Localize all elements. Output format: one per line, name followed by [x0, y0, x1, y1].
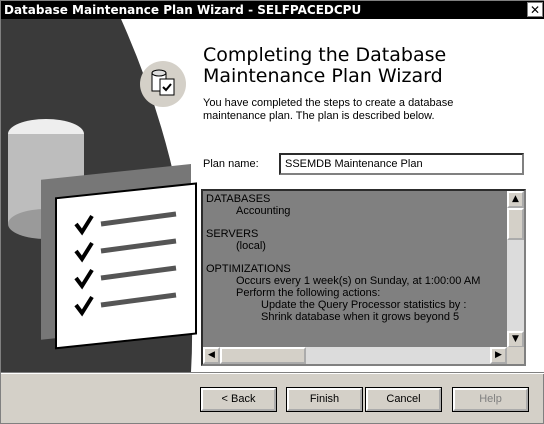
summary-line: Occurs every 1 week(s) on Sunday, at 1:0…	[236, 275, 481, 287]
page-title-line1: Completing the Database	[203, 44, 447, 66]
summary-line: SERVERS	[206, 228, 259, 240]
footer-divider	[1, 372, 544, 374]
summary-line: Accounting	[236, 205, 291, 217]
cancel-button[interactable]: Cancel	[365, 387, 442, 412]
scroll-corner	[507, 347, 524, 364]
summary-text: DATABASES Accounting SERVERS (local) OPTIMIZ…	[206, 193, 506, 346]
plan-name-label: Plan name:	[203, 158, 259, 170]
finish-button[interactable]: Finish	[286, 387, 363, 412]
page-title-line2: Maintenance Plan Wizard	[203, 65, 443, 87]
vertical-scrollbar[interactable]: ▲ ▼	[507, 191, 524, 348]
vertical-scroll-thumb[interactable]	[507, 208, 524, 240]
page-description: You have completed the steps to create a…	[203, 97, 454, 122]
window-title: Database Maintenance Plan Wizard - SELFP…	[4, 3, 362, 17]
summary-box[interactable]: DATABASES Accounting SERVERS (local) OPTIMIZ…	[201, 189, 526, 366]
scroll-up-icon[interactable]: ▲	[507, 191, 524, 208]
title-bar: Database Maintenance Plan Wizard - SELFP…	[1, 1, 544, 19]
summary-line	[206, 217, 506, 228]
wizard-content: Completing the Database Maintenance Plan…	[1, 19, 544, 372]
scroll-right-icon[interactable]: ▶	[490, 347, 507, 364]
close-icon: ✕	[529, 3, 541, 17]
back-button[interactable]: < Back	[200, 387, 277, 412]
horizontal-scrollbar[interactable]: ◀ ▶	[203, 347, 507, 364]
summary-line: Update the Query Processor statistics by…	[261, 299, 467, 311]
page-title: Completing the Database Maintenance Plan…	[203, 45, 523, 87]
summary-line: DATABASES	[206, 193, 271, 205]
wizard-window: Database Maintenance Plan Wizard - SELFP…	[0, 0, 544, 424]
scroll-down-icon[interactable]: ▼	[507, 331, 524, 348]
horizontal-scroll-thumb[interactable]	[220, 347, 306, 364]
close-button[interactable]: ✕	[527, 2, 543, 17]
help-button[interactable]: Help	[452, 387, 529, 412]
plan-name-input[interactable]: SSEMDB Maintenance Plan	[279, 153, 524, 175]
summary-line	[206, 252, 506, 263]
summary-line: Shrink database when it grows beyond 5	[261, 311, 460, 323]
summary-line: Perform the following actions:	[236, 287, 381, 299]
scroll-left-icon[interactable]: ◀	[203, 347, 220, 364]
summary-line: (local)	[236, 240, 266, 252]
summary-line: OPTIMIZATIONS	[206, 263, 291, 275]
database-wizard-icon	[140, 61, 186, 107]
